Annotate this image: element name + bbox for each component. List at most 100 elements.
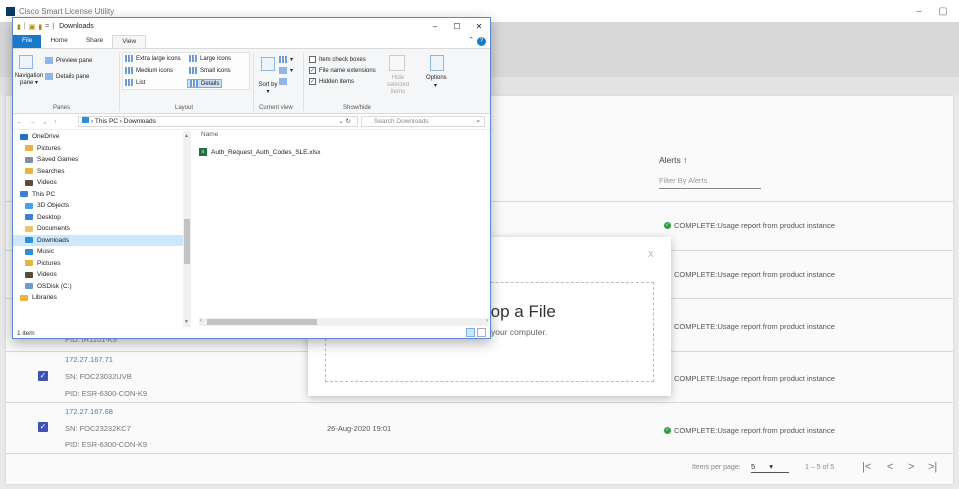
tab-file[interactable]: File [13, 35, 42, 48]
table-row[interactable]: ✓ 172.27.167.68 SN: FOC23232KC7 PID: ESR… [38, 407, 318, 453]
help-icon[interactable]: ? [477, 37, 486, 46]
nav-item[interactable]: Desktop [13, 212, 191, 224]
nav-item[interactable]: Downloads [13, 234, 191, 246]
nav-item[interactable]: Libraries [13, 292, 191, 304]
tab-home[interactable]: Home [41, 35, 76, 48]
items-per-page-select[interactable]: 5 ▾ [751, 462, 789, 473]
row-checkbox[interactable]: ✓ [38, 422, 48, 432]
check-circle-icon: ✓ [664, 427, 671, 434]
group-by-icon[interactable] [261, 57, 275, 71]
nav-item[interactable]: Pictures [13, 258, 191, 270]
file-list-hscrollbar[interactable]: ‹ › [199, 318, 489, 326]
navigation-pane-icon[interactable] [19, 55, 33, 69]
layout-medium-icons[interactable]: Medium icons [125, 67, 173, 74]
item-check-boxes-toggle[interactable]: Item check boxes [309, 56, 366, 63]
folder-icon[interactable]: ▮ [17, 23, 21, 31]
scroll-left-icon[interactable]: ‹ [200, 318, 202, 324]
properties-icon[interactable]: ▣ [29, 23, 36, 31]
table-row[interactable]: ✓ 172.27.167.71 SN: FOC23032UVB PID: ESR… [38, 355, 318, 401]
refresh-button[interactable]: ⌄ ↻ [338, 117, 351, 126]
close-button[interactable]: ✕ [468, 22, 490, 31]
nav-item[interactable]: Music [13, 246, 191, 258]
scroll-up-icon[interactable]: ▲ [184, 133, 189, 139]
row-divider [6, 453, 953, 454]
group-by-button[interactable]: ▾ [279, 56, 293, 63]
search-input[interactable]: Search Downloads ⌕ [361, 116, 485, 127]
layout-details[interactable]: Details [187, 79, 223, 88]
nav-item-label: Documents [37, 225, 70, 233]
tab-share[interactable]: Share [77, 35, 112, 48]
first-page-button[interactable]: |< [862, 461, 871, 473]
layout-extra-large-icons[interactable]: Extra large icons [125, 55, 181, 62]
nav-item[interactable]: Videos [13, 177, 191, 189]
restore-button[interactable]: ▢ [935, 6, 951, 17]
new-folder-icon[interactable]: ▮ [38, 23, 42, 31]
nav-pane-scrollbar[interactable]: ▲ ▼ [183, 131, 191, 327]
ribbon-separator [119, 53, 120, 111]
size-columns-icon [279, 78, 287, 85]
options-dropdown-icon[interactable]: ▾ [434, 82, 437, 89]
layout-small-icons[interactable]: Small icons [189, 67, 231, 74]
quick-access-toolbar: ▮ | ▣ ▮ = | [17, 23, 57, 31]
minimize-button[interactable]: – [424, 22, 446, 31]
chevron-up-icon[interactable]: ⌃ [468, 36, 474, 44]
hide-selected-button[interactable]: Hide selected items [381, 75, 415, 96]
details-pane-button[interactable]: Details pane [45, 73, 89, 80]
alerts-filter-input[interactable]: Filter By Alerts [659, 176, 761, 189]
address-bar[interactable]: › This PC › Downloads ⌄ ↻ [78, 116, 358, 127]
sort-by-button[interactable]: Sort by ▾ [257, 82, 279, 96]
layout-large-icons[interactable]: Large icons [189, 55, 231, 62]
tab-view[interactable]: View [112, 35, 147, 48]
minimize-button[interactable]: – [911, 6, 927, 17]
navigation-buttons[interactable]: ← → ⌄ ↑ [16, 118, 64, 126]
next-page-button[interactable]: > [908, 461, 914, 473]
row-checkbox[interactable]: ✓ [38, 371, 48, 381]
nav-item[interactable]: Videos [13, 269, 191, 281]
folder-icon [25, 214, 33, 221]
device-ip[interactable]: 172.27.167.68 [65, 407, 113, 416]
maximize-button[interactable]: ☐ [446, 22, 468, 31]
preview-pane-button[interactable]: Preview pane [45, 57, 92, 64]
hide-selected-icon[interactable] [389, 55, 405, 71]
large-icons-view-icon[interactable] [477, 328, 486, 337]
customize-dropdown-icon[interactable]: = [45, 23, 49, 30]
nav-item-label: This PC [32, 190, 56, 198]
nav-item[interactable]: Saved Games [13, 154, 191, 166]
nav-item-label: Videos [37, 179, 57, 187]
file-name-extensions-toggle[interactable]: ✓ File name extensions [309, 67, 376, 74]
nav-item[interactable]: This PC [13, 189, 191, 201]
hidden-items-toggle[interactable]: ✓ Hidden items [309, 78, 354, 85]
folder-icon [25, 237, 33, 244]
last-page-button[interactable]: >| [928, 461, 937, 473]
options-button[interactable]: Options [426, 75, 447, 81]
nav-item[interactable]: Pictures [13, 143, 191, 155]
navigation-pane-button[interactable]: Navigation pane ▾ [14, 73, 44, 87]
scrollbar-thumb[interactable] [207, 319, 317, 325]
size-columns-button[interactable] [279, 78, 290, 85]
nav-item[interactable]: OneDrive [13, 131, 191, 143]
device-ip[interactable]: 172.27.167.71 [65, 355, 113, 364]
column-header-name[interactable]: Name [201, 131, 218, 138]
layout-option-label: Large icons [200, 55, 232, 62]
close-icon[interactable]: X [648, 250, 653, 259]
file-item[interactable]: x Auth_Request_Auth_Codes_SLE.xlsx [199, 148, 321, 156]
nav-item[interactable]: 3D Objects [13, 200, 191, 212]
scroll-down-icon[interactable]: ▼ [184, 319, 189, 325]
scrollbar-thumb[interactable] [184, 219, 190, 264]
scroll-right-icon[interactable]: › [486, 318, 488, 324]
folder-icon [20, 294, 28, 301]
alerts-column-header[interactable]: Alerts ↑ [659, 155, 687, 165]
layout-list[interactable]: List [125, 79, 145, 86]
nav-item[interactable]: Searches [13, 166, 191, 178]
nav-item[interactable]: Documents [13, 223, 191, 235]
options-icon[interactable] [430, 55, 444, 71]
details-view-icon[interactable] [466, 328, 475, 337]
nav-item-label: Saved Games [37, 156, 79, 164]
prev-page-button[interactable]: < [887, 461, 893, 473]
add-columns-button[interactable]: ▾ [279, 67, 293, 74]
nav-item[interactable]: OSDisk (C:) [13, 281, 191, 293]
alert-text: COMPLETE:Usage report from product insta… [674, 221, 835, 230]
current-view-group-label: Current view [259, 105, 293, 111]
list-icon [125, 79, 133, 86]
nav-item-label: Music [37, 248, 54, 256]
